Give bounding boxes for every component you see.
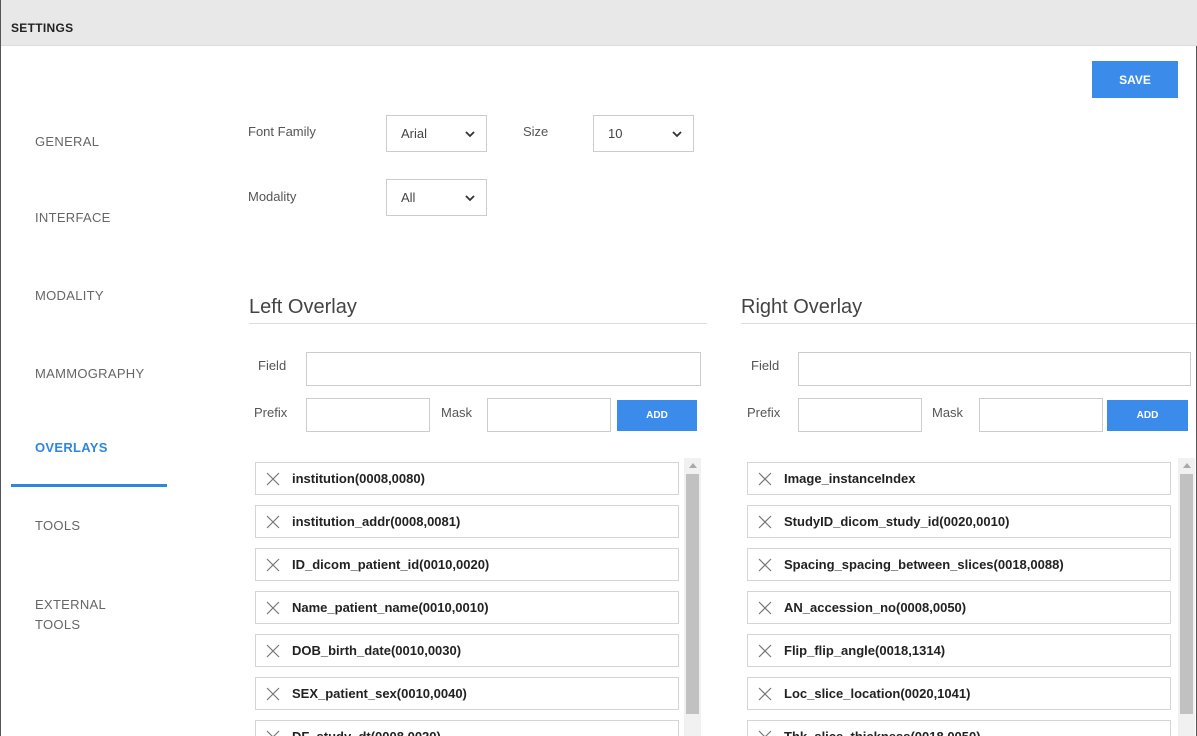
left-overlay-title: Left Overlay bbox=[249, 296, 357, 318]
close-icon[interactable] bbox=[754, 683, 776, 705]
close-icon[interactable] bbox=[754, 511, 776, 533]
list-item: DOB_birth_date(0010,0030) bbox=[255, 634, 679, 667]
active-tab-indicator bbox=[11, 484, 167, 487]
left-scrollbar[interactable] bbox=[684, 458, 701, 736]
font-family-label: Font Family bbox=[248, 124, 316, 139]
overlay-field-text: DF_study_dt(0008,0020) bbox=[292, 729, 441, 736]
sidebar-item-overlays[interactable]: OVERLAYS bbox=[35, 438, 108, 458]
right-field-label: Field bbox=[751, 358, 780, 373]
divider bbox=[741, 323, 1196, 324]
list-item: Flip_flip_angle(0018,1314) bbox=[747, 634, 1171, 667]
overlay-field-text: Name_patient_name(0010,0010) bbox=[292, 600, 489, 615]
overlay-field-text: Flip_flip_angle(0018,1314) bbox=[784, 643, 946, 658]
overlay-field-text: institution_addr(0008,0081) bbox=[292, 514, 461, 529]
left-prefix-input[interactable] bbox=[306, 398, 430, 432]
overlay-field-text: ID_dicom_patient_id(0010,0020) bbox=[292, 557, 490, 572]
right-prefix-label: Prefix bbox=[747, 405, 781, 420]
right-scroll-thumb[interactable] bbox=[1180, 474, 1193, 714]
left-field-label: Field bbox=[258, 358, 287, 373]
sidebar-item-tools[interactable]: TOOLS bbox=[35, 516, 80, 536]
close-icon[interactable] bbox=[262, 597, 284, 619]
left-field-input[interactable] bbox=[306, 352, 701, 386]
overlay-field-text: AN_accession_no(0008,0050) bbox=[784, 600, 967, 615]
close-icon[interactable] bbox=[262, 511, 284, 533]
chevron-down-icon bbox=[465, 131, 475, 138]
overlay-field-text: Thk_slice_thickness(0018,0050) bbox=[784, 729, 981, 736]
list-item: Loc_slice_location(0020,1041) bbox=[747, 677, 1171, 710]
right-mask-input[interactable] bbox=[979, 398, 1103, 432]
save-button[interactable]: SAVE bbox=[1092, 61, 1178, 98]
sidebar-item-modality[interactable]: MODALITY bbox=[35, 286, 104, 306]
font-family-value: Arial bbox=[401, 126, 428, 141]
list-item: institution(0008,0080) bbox=[255, 462, 679, 495]
font-family-select[interactable]: Arial bbox=[386, 115, 487, 152]
settings-window: SETTINGS SAVE GENERAL INTERFACE MODALITY… bbox=[0, 0, 1197, 736]
right-mask-label: Mask bbox=[932, 405, 964, 420]
overlay-field-text: Image_instanceIndex bbox=[784, 471, 916, 486]
close-icon[interactable] bbox=[754, 597, 776, 619]
scroll-up-icon[interactable] bbox=[1178, 458, 1195, 472]
modality-value: All bbox=[401, 190, 416, 205]
overlay-field-text: Loc_slice_location(0020,1041) bbox=[784, 686, 971, 701]
font-size-label: Size bbox=[523, 124, 549, 139]
close-icon[interactable] bbox=[262, 726, 284, 736]
right-scrollbar[interactable] bbox=[1178, 458, 1195, 736]
sidebar-item-mammography[interactable]: MAMMOGRAPHY bbox=[35, 364, 144, 384]
left-scroll-thumb[interactable] bbox=[686, 474, 699, 714]
modality-select[interactable]: All bbox=[386, 179, 487, 216]
right-prefix-input[interactable] bbox=[798, 398, 922, 432]
left-add-button[interactable]: ADD bbox=[617, 400, 697, 431]
right-add-button[interactable]: ADD bbox=[1107, 400, 1188, 431]
right-overlay-title: Right Overlay bbox=[741, 296, 863, 318]
font-size-select[interactable]: 10 bbox=[593, 115, 694, 152]
chevron-down-icon bbox=[465, 195, 475, 202]
list-item: Spacing_spacing_between_slices(0018,0088… bbox=[747, 548, 1171, 581]
font-size-value: 10 bbox=[608, 126, 623, 141]
sidebar-item-external-tools[interactable]: EXTERNAL TOOLS bbox=[35, 595, 125, 635]
close-icon[interactable] bbox=[754, 468, 776, 490]
left-mask-input[interactable] bbox=[487, 398, 611, 432]
close-icon[interactable] bbox=[262, 640, 284, 662]
left-prefix-label: Prefix bbox=[254, 405, 288, 420]
sidebar-item-general[interactable]: GENERAL bbox=[35, 132, 99, 152]
right-field-input[interactable] bbox=[798, 352, 1191, 386]
scroll-up-icon[interactable] bbox=[684, 458, 701, 472]
overlay-field-text: StudyID_dicom_study_id(0020,0010) bbox=[784, 514, 1010, 529]
list-item: SEX_patient_sex(0010,0040) bbox=[255, 677, 679, 710]
list-item: StudyID_dicom_study_id(0020,0010) bbox=[747, 505, 1171, 538]
overlay-field-text: institution(0008,0080) bbox=[292, 471, 425, 486]
chevron-down-icon bbox=[672, 131, 682, 138]
modality-label: Modality bbox=[248, 189, 297, 204]
overlay-field-text: Spacing_spacing_between_slices(0018,0088… bbox=[784, 557, 1064, 572]
list-item: DF_study_dt(0008,0020) bbox=[255, 720, 679, 736]
close-icon[interactable] bbox=[262, 683, 284, 705]
list-item: Name_patient_name(0010,0010) bbox=[255, 591, 679, 624]
divider bbox=[249, 323, 707, 324]
overlay-field-text: DOB_birth_date(0010,0030) bbox=[292, 643, 462, 658]
list-item: institution_addr(0008,0081) bbox=[255, 505, 679, 538]
close-icon[interactable] bbox=[262, 554, 284, 576]
list-item: AN_accession_no(0008,0050) bbox=[747, 591, 1171, 624]
page-title: SETTINGS bbox=[11, 21, 74, 35]
list-item: Image_instanceIndex bbox=[747, 462, 1171, 495]
left-mask-label: Mask bbox=[441, 405, 473, 420]
list-item: Thk_slice_thickness(0018,0050) bbox=[747, 720, 1171, 736]
close-icon[interactable] bbox=[754, 640, 776, 662]
overlay-field-text: SEX_patient_sex(0010,0040) bbox=[292, 686, 467, 701]
header-bar: SETTINGS bbox=[1, 0, 1197, 46]
list-item: ID_dicom_patient_id(0010,0020) bbox=[255, 548, 679, 581]
sidebar-item-interface[interactable]: INTERFACE bbox=[35, 208, 111, 228]
close-icon[interactable] bbox=[262, 468, 284, 490]
close-icon[interactable] bbox=[754, 726, 776, 736]
close-icon[interactable] bbox=[754, 554, 776, 576]
